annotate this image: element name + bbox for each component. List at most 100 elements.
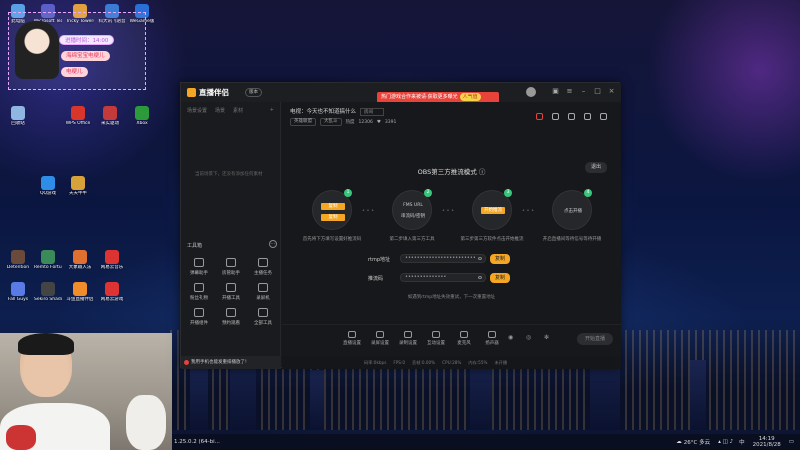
bottom-tool-label: 录制设置 [399, 341, 417, 346]
desktop-icon[interactable]: WPS Office [64, 106, 92, 126]
desktop-icon[interactable]: Detention [4, 250, 32, 270]
tool-item[interactable]: 弹幕助手 [183, 258, 215, 276]
skin-icon[interactable]: ▣ [551, 87, 560, 96]
desktop-icon[interactable]: Fall Guys [4, 282, 32, 302]
status-item: 内存:55% [468, 359, 488, 365]
gear-icon[interactable]: ✻ [544, 334, 549, 341]
desktop-icon[interactable]: 网易云音乐 [98, 250, 126, 270]
camera-icon[interactable]: ◉ [508, 334, 513, 341]
tool-icon [194, 308, 204, 317]
desktop-icon[interactable]: 网易云游戏 [98, 282, 126, 302]
toolbox-more-icon[interactable]: ⋯ [269, 240, 277, 248]
shirt-icon[interactable] [552, 113, 559, 120]
weather[interactable]: 26°C 多云 [684, 438, 710, 446]
stream-time-chip: 进播时间：14:00 [59, 35, 115, 45]
app-icon [41, 282, 55, 296]
bottom-tool[interactable]: 麦克风 [452, 331, 476, 346]
user-avatar[interactable] [526, 87, 536, 97]
category-pill[interactable]: 英雄联盟 [290, 118, 316, 126]
notification-icon[interactable]: ▭ [789, 439, 794, 445]
eye-toggle-icon[interactable]: ◎ [526, 334, 531, 341]
stream-key-field[interactable]: •••••••••••••• [400, 273, 486, 282]
start-live-button[interactable]: 开始直播 [577, 333, 613, 345]
fans-value: 3391 [384, 119, 397, 125]
rtmp-hint: 如遇到rtmp地址失效重试，下一次重置地址 [407, 295, 496, 300]
close-icon[interactable]: × [607, 87, 616, 96]
copy-rtmp-button[interactable]: 复制 [490, 254, 510, 264]
tool-item[interactable]: 全部工具 [247, 308, 279, 326]
tool-label: 主播任务 [254, 271, 272, 276]
bottom-tool-icon [432, 331, 440, 338]
app-icon [41, 250, 55, 264]
desktop-icon[interactable]: QQ游戏 [34, 176, 62, 196]
tray-icons[interactable]: ▴ ◫ ♪ [718, 439, 733, 445]
taskbar-app[interactable]: 1.25.0.2 (64-bi... [174, 439, 220, 445]
desktop-icon-label: 回收站 [11, 121, 25, 126]
tab-material[interactable]: 素材 [233, 107, 243, 114]
bottom-tool[interactable]: 扬声器 [480, 331, 504, 346]
tool-item[interactable]: 开播工具 [215, 283, 247, 301]
desktop-icon[interactable]: 采实驱动 [96, 106, 124, 126]
settings-icon[interactable] [600, 113, 607, 120]
subcategory-pill[interactable]: 大乱斗 [320, 118, 342, 126]
taskbar: 1.25.0.2 (64-bi... ☁ 26°C 多云 ▴ ◫ ♪ 中 14:… [172, 434, 800, 450]
step-3-caption: 第三步第三方软件点击开始推流 [460, 237, 524, 242]
exit-button[interactable]: 退出 [585, 162, 607, 173]
input-language[interactable]: 中 [739, 438, 745, 446]
tool-item[interactable]: 开播组件 [183, 308, 215, 326]
rtmp-field[interactable]: •••••••••••••••••••••••• [400, 254, 486, 263]
desktop-icon-label: WPS Office [65, 121, 91, 126]
tool-label: 粉丝礼物 [190, 296, 208, 301]
bottom-tool[interactable]: 直播设置 [340, 331, 364, 346]
tab-scene[interactable]: 场景 [215, 107, 225, 114]
mobile-tip-bar[interactable]: 我用手机也能发重排播放了! [181, 356, 281, 369]
streaming-app-window: 直播伴侣 版本 热门游戏合作来被请·获取更多曝光 人气值 ▣ ≡ – □ × 场景… [180, 82, 621, 369]
tool-item[interactable]: 录屏机 [247, 283, 279, 301]
tool-item[interactable]: 主播任务 [247, 258, 279, 276]
overlay-widget[interactable]: 进播时间：14:00 海绵宝宝电绠儿 电绠儿 [8, 12, 146, 90]
copy-key-button[interactable]: 复制 [490, 273, 510, 283]
tool-label: 预约观看 [222, 321, 240, 326]
desktop-icon[interactable]: 斗鱼直播伴侣 [66, 282, 94, 302]
desktop-icon[interactable]: 回收站 [4, 106, 32, 126]
tool-label: 全部工具 [254, 321, 272, 326]
tool-item[interactable]: 房管助手 [215, 258, 247, 276]
gift-icon[interactable] [536, 113, 543, 120]
status-item: 丢帧:0.00% [412, 359, 436, 365]
bottom-tool[interactable]: 录制设置 [396, 331, 420, 346]
app-icon [105, 282, 119, 296]
maximize-icon[interactable]: □ [593, 87, 602, 96]
bottom-tool[interactable]: 互动设置 [424, 331, 448, 346]
version-badge[interactable]: 版本 [245, 88, 262, 97]
desktop-icon-label: 网易云音乐 [100, 265, 124, 270]
bottom-tool[interactable]: 录屏设置 [368, 331, 392, 346]
eye-icon[interactable] [478, 257, 482, 260]
menu-icon[interactable]: ≡ [565, 87, 574, 96]
main-panel: 电视：今天也不知道搞什么 房间 英雄联盟 大乱斗 热度 12306 ♥ 3391 … [282, 102, 621, 369]
bottom-tool-label: 录屏设置 [371, 341, 389, 346]
tool-item[interactable]: 预约观看 [215, 308, 247, 326]
room-field[interactable]: 房间 [360, 108, 385, 116]
tool-icon [194, 258, 204, 267]
add-icon[interactable]: + [270, 107, 274, 114]
logo-icon [187, 88, 196, 97]
desktop-icon[interactable]: 大象输入法 [66, 250, 94, 270]
desktop-icon[interactable]: 天天牛牛 [64, 176, 92, 196]
app-icon [73, 282, 87, 296]
tool-item[interactable]: 粉丝礼物 [183, 283, 215, 301]
app-icon [11, 250, 25, 264]
bell-icon[interactable] [584, 113, 591, 120]
desktop-icon-label: 网易云游戏 [100, 297, 124, 302]
minimize-icon[interactable]: – [579, 87, 588, 96]
tool-label: 弹幕助手 [190, 271, 208, 276]
status-item: CPU:28% [442, 360, 462, 365]
clock[interactable]: 14:19 2021/8/28 [753, 436, 781, 448]
desktop-icon[interactable]: Xbox [128, 106, 156, 126]
desktop-icon[interactable]: Remto Fortune [34, 250, 62, 270]
app-icon [135, 106, 149, 120]
screen-icon[interactable] [568, 113, 575, 120]
tool-icon [194, 283, 204, 292]
desktop-icon[interactable]: Sekiro Shadows [34, 282, 62, 302]
eye-icon[interactable] [478, 276, 482, 279]
tab-scene-settings[interactable]: 场景设置 [187, 107, 207, 114]
